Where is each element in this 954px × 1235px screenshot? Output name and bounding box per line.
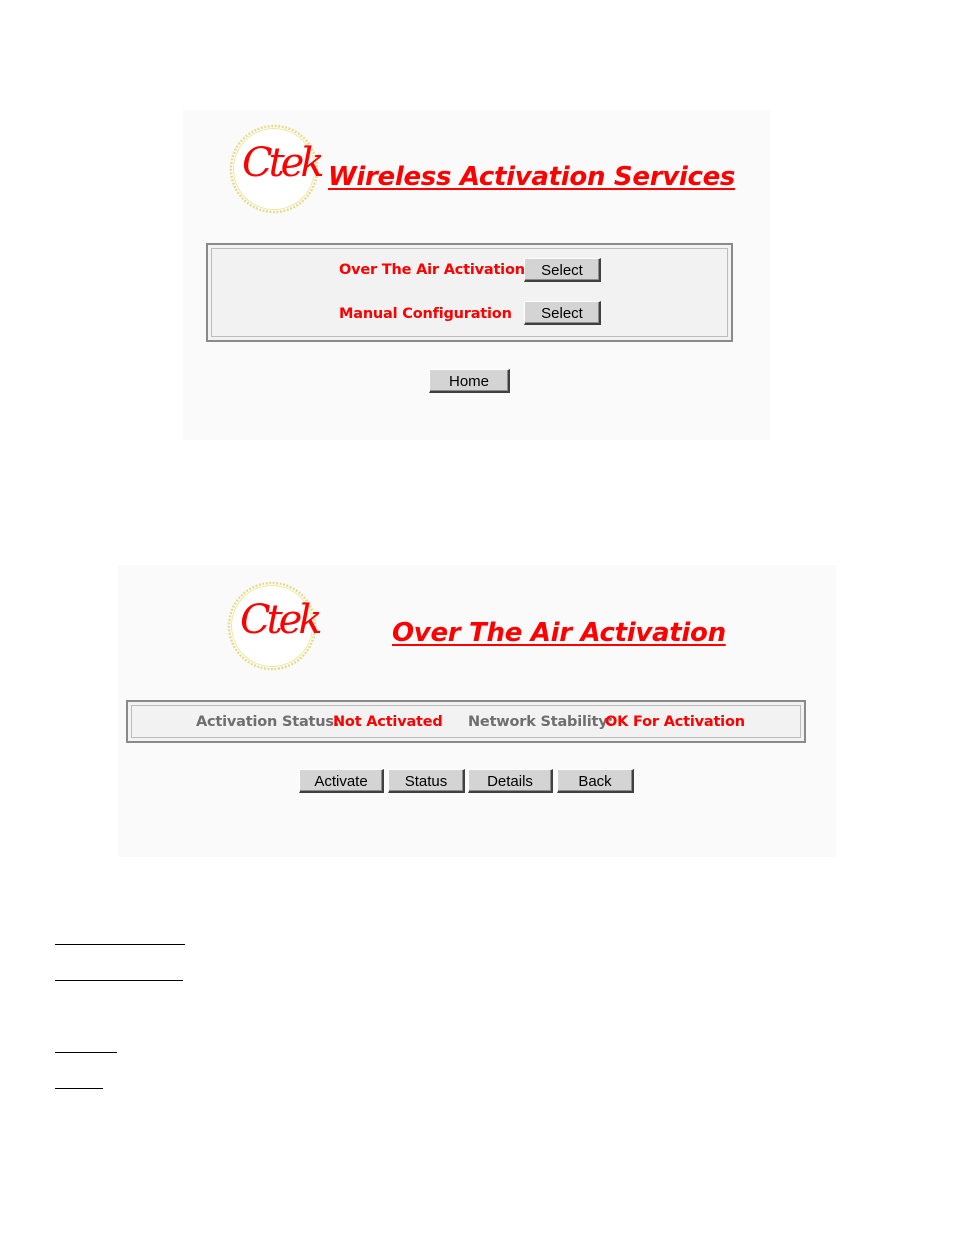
ota-activation-panel: Ctek Over The Air Activation Activation … [118,565,836,857]
activation-status-label: Activation Status: [196,714,340,730]
status-frame: Activation Status: Not Activated Network… [126,700,806,743]
home-button[interactable]: Home [429,369,510,393]
status-button[interactable]: Status [388,769,465,793]
ota-select-button[interactable]: Select [524,258,601,282]
doc-underline [55,944,185,945]
doc-underline [55,1088,103,1089]
network-stability-value: OK For Activation [605,714,745,730]
ctek-logo: Ctek [226,580,323,672]
logo-text: Ctek [240,597,323,643]
doc-underline [55,980,183,981]
manual-config-option-label: Manual Configuration [339,306,512,322]
details-button[interactable]: Details [468,769,553,793]
manual-config-select-button[interactable]: Select [524,301,601,325]
wireless-activation-panel: Ctek Wireless Activation Services Over T… [183,110,770,440]
page-title: Wireless Activation Services [328,162,736,192]
back-button[interactable]: Back [557,769,634,793]
activate-button[interactable]: Activate [299,769,384,793]
activation-options-frame: Over The Air Activation Select Manual Co… [206,243,733,342]
network-stability-label: Network Stability: [468,714,614,730]
activation-status-value: Not Activated [333,714,443,730]
logo-text: Ctek [242,140,325,186]
doc-underline [55,1052,117,1053]
ota-option-label: Over The Air Activation [339,262,525,278]
ctek-logo: Ctek [228,123,325,215]
page-title: Over The Air Activation [392,618,726,648]
